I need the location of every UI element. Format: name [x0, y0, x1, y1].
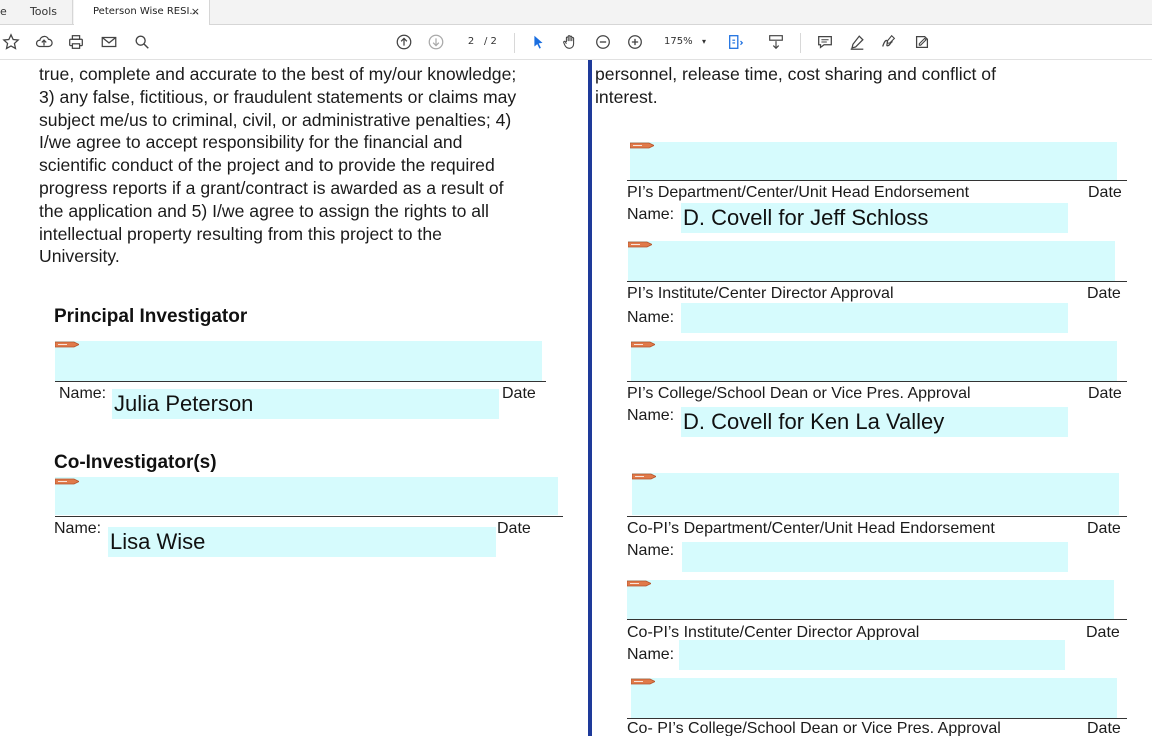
name-label: Name: — [627, 206, 675, 223]
signature-tag-icon — [55, 341, 79, 348]
name-label: Name: — [627, 542, 675, 559]
comment-icon[interactable] — [814, 31, 836, 53]
approval-signature-field[interactable] — [630, 142, 1117, 180]
co-signature-field[interactable] — [55, 477, 558, 515]
zoom-value: 175% — [664, 36, 693, 47]
mail-icon[interactable] — [98, 31, 120, 53]
date-label: Date — [1087, 285, 1121, 302]
pi-signature-field[interactable] — [55, 341, 542, 381]
zoom-in-icon[interactable] — [624, 31, 646, 53]
co-investigator-heading: Co-Investigator(s) — [54, 452, 217, 473]
cloud-upload-icon[interactable] — [33, 31, 55, 53]
date-label: Date — [497, 520, 531, 537]
signature-tag-icon — [631, 341, 655, 348]
name-label: Name: — [54, 520, 102, 537]
tab-tools[interactable]: Tools — [15, 0, 73, 25]
approval-signature-field[interactable] — [628, 241, 1115, 281]
approval-title: PI’s Institute/Center Director Approval — [627, 285, 894, 302]
page-total: / 2 — [484, 36, 497, 47]
co-name-value: Lisa Wise — [110, 529, 206, 554]
approval-signature-field[interactable] — [631, 678, 1117, 718]
approval-name-field[interactable]: D. Covell for Ken La Valley — [681, 407, 1068, 437]
approval-title: Co-PI’s Department/Center/Unit Head Endo… — [627, 520, 995, 537]
tab-document[interactable]: Peterson Wise RESI... × — [74, 0, 210, 26]
highlight-icon[interactable] — [846, 31, 868, 53]
tab-bar: e Tools Peterson Wise RESI... × — [0, 0, 1152, 26]
approval-signature-field[interactable] — [631, 341, 1117, 381]
pi-name-field[interactable]: Julia Peterson — [112, 389, 499, 419]
signature-line — [627, 381, 1127, 382]
tab-partial[interactable]: e — [0, 5, 7, 18]
zoom-select[interactable]: 175% ▾ — [658, 33, 710, 51]
name-label: Name: — [627, 646, 675, 663]
search-icon[interactable] — [131, 31, 153, 53]
sign-icon[interactable] — [878, 31, 900, 53]
signature-tag-icon — [631, 678, 655, 685]
date-label: Date — [1086, 624, 1120, 641]
conflict-paragraph: personnel, release time, cost sharing an… — [595, 64, 996, 107]
signature-line — [627, 180, 1127, 181]
signature-line — [55, 516, 563, 517]
toolbar-divider — [800, 33, 801, 53]
scroll-mode-icon[interactable] — [765, 31, 787, 53]
approval-title: Co- PI’s College/School Dean or Vice Pre… — [627, 720, 1001, 736]
signature-tag-icon — [627, 580, 651, 587]
pi-name-value: Julia Peterson — [114, 391, 254, 416]
date-label: Date — [1087, 720, 1121, 736]
signature-line — [627, 619, 1127, 620]
approval-signature-field[interactable] — [627, 580, 1114, 619]
signature-line — [627, 718, 1127, 719]
tab-document-label: Peterson Wise RESI... — [93, 6, 199, 17]
signature-line — [627, 281, 1127, 282]
approval-name-field[interactable] — [681, 303, 1068, 333]
star-icon[interactable] — [0, 31, 22, 53]
approval-signature-field[interactable] — [632, 473, 1119, 515]
approval-name-value: D. Covell for Jeff Schloss — [683, 205, 929, 230]
toolbar: 2 / 2 175% ▾ — [0, 25, 1152, 60]
chevron-down-icon: ▾ — [701, 37, 706, 46]
select-cursor-icon[interactable] — [527, 31, 549, 53]
signature-line — [55, 381, 546, 382]
column-divider — [588, 60, 592, 736]
name-label: Name: — [627, 407, 675, 424]
signature-tag-icon — [632, 473, 656, 480]
date-label: Date — [502, 385, 536, 402]
approval-name-field[interactable] — [679, 640, 1065, 670]
page-up-icon[interactable] — [393, 31, 415, 53]
toolbar-divider — [514, 33, 515, 53]
approval-name-value: D. Covell for Ken La Valley — [683, 409, 945, 434]
hand-icon[interactable] — [559, 31, 581, 53]
name-label: Name: — [59, 385, 107, 402]
name-label: Name: — [627, 309, 675, 326]
document-view[interactable]: true, complete and accurate to the best … — [0, 60, 1152, 736]
co-name-field[interactable]: Lisa Wise — [108, 527, 496, 557]
date-label: Date — [1088, 184, 1122, 201]
page-number-input[interactable]: 2 — [457, 33, 485, 51]
zoom-out-icon[interactable] — [592, 31, 614, 53]
fit-page-icon[interactable] — [725, 31, 747, 53]
approval-title: PI’s Department/Center/Unit Head Endorse… — [627, 184, 970, 201]
page-down-icon[interactable] — [425, 31, 447, 53]
date-label: Date — [1088, 385, 1122, 402]
approval-name-field[interactable] — [682, 542, 1068, 572]
signature-line — [627, 516, 1127, 517]
signature-tag-icon — [55, 478, 79, 485]
pi-heading: Principal Investigator — [54, 306, 248, 327]
certification-paragraph: true, complete and accurate to the best … — [39, 64, 517, 267]
signature-tag-icon — [628, 241, 652, 248]
close-icon[interactable]: × — [191, 0, 200, 24]
approval-name-field[interactable]: D. Covell for Jeff Schloss — [681, 203, 1068, 233]
print-icon[interactable] — [65, 31, 87, 53]
fill-sign-icon[interactable] — [911, 31, 933, 53]
signature-tag-icon — [630, 142, 654, 149]
date-label: Date — [1087, 520, 1121, 537]
approval-title: PI’s College/School Dean or Vice Pres. A… — [627, 385, 971, 402]
